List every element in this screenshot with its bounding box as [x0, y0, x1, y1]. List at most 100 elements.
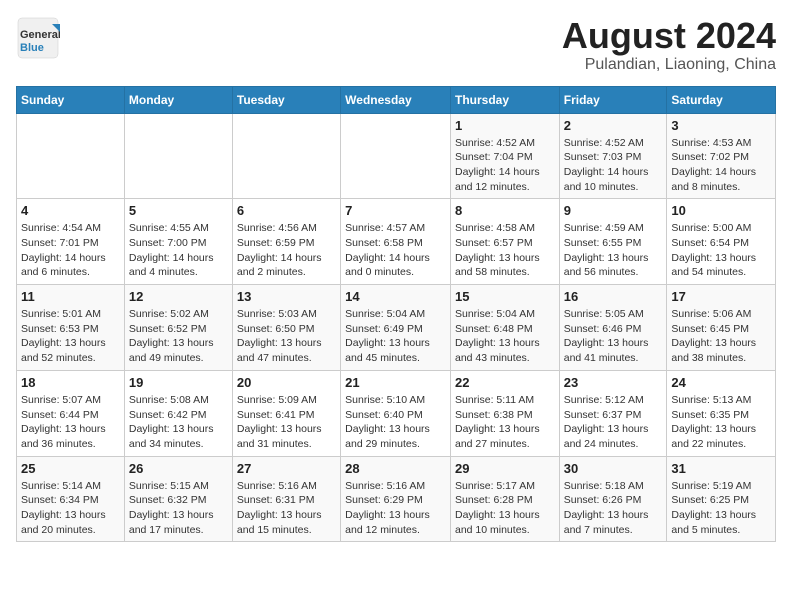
day-number: 10	[671, 203, 771, 218]
day-number: 20	[237, 375, 336, 390]
day-number: 15	[455, 289, 555, 304]
calendar-cell: 7 Sunrise: 4:57 AM Sunset: 6:58 PM Daylig…	[341, 199, 451, 285]
calendar-cell: 22 Sunrise: 5:11 AM Sunset: 6:38 PM Dayli…	[450, 370, 559, 456]
day-number: 24	[671, 375, 771, 390]
calendar-cell	[124, 113, 232, 199]
day-info: Sunrise: 5:07 AM Sunset: 6:44 PM Dayligh…	[21, 393, 120, 452]
day-number: 19	[129, 375, 228, 390]
day-info: Sunrise: 4:55 AM Sunset: 7:00 PM Dayligh…	[129, 221, 228, 280]
day-number: 16	[564, 289, 663, 304]
day-info: Sunrise: 5:19 AM Sunset: 6:25 PM Dayligh…	[671, 479, 771, 538]
day-info: Sunrise: 5:05 AM Sunset: 6:46 PM Dayligh…	[564, 307, 663, 366]
day-info: Sunrise: 5:13 AM Sunset: 6:35 PM Dayligh…	[671, 393, 771, 452]
day-number: 31	[671, 461, 771, 476]
day-number: 8	[455, 203, 555, 218]
day-number: 27	[237, 461, 336, 476]
logo: General Blue	[16, 16, 60, 60]
svg-text:General: General	[20, 29, 60, 41]
day-header-monday: Monday	[124, 86, 232, 113]
day-number: 23	[564, 375, 663, 390]
day-number: 6	[237, 203, 336, 218]
day-info: Sunrise: 5:15 AM Sunset: 6:32 PM Dayligh…	[129, 479, 228, 538]
calendar-cell	[341, 113, 451, 199]
day-number: 21	[345, 375, 446, 390]
calendar-cell: 10 Sunrise: 5:00 AM Sunset: 6:54 PM Dayli…	[667, 199, 776, 285]
page-title: August 2024	[562, 16, 776, 56]
calendar-cell: 28 Sunrise: 5:16 AM Sunset: 6:29 PM Dayli…	[341, 456, 451, 542]
day-info: Sunrise: 5:03 AM Sunset: 6:50 PM Dayligh…	[237, 307, 336, 366]
day-info: Sunrise: 4:54 AM Sunset: 7:01 PM Dayligh…	[21, 221, 120, 280]
calendar-cell: 24 Sunrise: 5:13 AM Sunset: 6:35 PM Dayli…	[667, 370, 776, 456]
day-info: Sunrise: 5:02 AM Sunset: 6:52 PM Dayligh…	[129, 307, 228, 366]
day-number: 26	[129, 461, 228, 476]
day-number: 7	[345, 203, 446, 218]
day-info: Sunrise: 5:18 AM Sunset: 6:26 PM Dayligh…	[564, 479, 663, 538]
day-info: Sunrise: 5:09 AM Sunset: 6:41 PM Dayligh…	[237, 393, 336, 452]
calendar-cell: 20 Sunrise: 5:09 AM Sunset: 6:41 PM Dayli…	[232, 370, 340, 456]
day-info: Sunrise: 5:04 AM Sunset: 6:48 PM Dayligh…	[455, 307, 555, 366]
day-number: 12	[129, 289, 228, 304]
day-info: Sunrise: 4:52 AM Sunset: 7:03 PM Dayligh…	[564, 136, 663, 195]
day-info: Sunrise: 4:52 AM Sunset: 7:04 PM Dayligh…	[455, 136, 555, 195]
calendar-cell: 17 Sunrise: 5:06 AM Sunset: 6:45 PM Dayli…	[667, 285, 776, 371]
day-number: 29	[455, 461, 555, 476]
day-info: Sunrise: 4:58 AM Sunset: 6:57 PM Dayligh…	[455, 221, 555, 280]
page-header: General Blue August 2024 Pulandian, Liao…	[16, 16, 776, 74]
day-info: Sunrise: 5:01 AM Sunset: 6:53 PM Dayligh…	[21, 307, 120, 366]
calendar-cell	[17, 113, 125, 199]
calendar-cell: 21 Sunrise: 5:10 AM Sunset: 6:40 PM Dayli…	[341, 370, 451, 456]
calendar-cell: 18 Sunrise: 5:07 AM Sunset: 6:44 PM Dayli…	[17, 370, 125, 456]
day-header-saturday: Saturday	[667, 86, 776, 113]
day-header-tuesday: Tuesday	[232, 86, 340, 113]
day-header-friday: Friday	[559, 86, 667, 113]
calendar-cell: 15 Sunrise: 5:04 AM Sunset: 6:48 PM Dayli…	[450, 285, 559, 371]
day-number: 5	[129, 203, 228, 218]
day-info: Sunrise: 5:16 AM Sunset: 6:31 PM Dayligh…	[237, 479, 336, 538]
calendar-cell: 16 Sunrise: 5:05 AM Sunset: 6:46 PM Dayli…	[559, 285, 667, 371]
day-number: 17	[671, 289, 771, 304]
day-number: 13	[237, 289, 336, 304]
calendar-cell: 8 Sunrise: 4:58 AM Sunset: 6:57 PM Daylig…	[450, 199, 559, 285]
svg-text:Blue: Blue	[20, 42, 44, 54]
day-number: 18	[21, 375, 120, 390]
day-number: 22	[455, 375, 555, 390]
day-info: Sunrise: 5:12 AM Sunset: 6:37 PM Dayligh…	[564, 393, 663, 452]
calendar-table: SundayMondayTuesdayWednesdayThursdayFrid…	[16, 86, 776, 543]
page-subtitle: Pulandian, Liaoning, China	[562, 56, 776, 74]
day-number: 25	[21, 461, 120, 476]
day-info: Sunrise: 5:06 AM Sunset: 6:45 PM Dayligh…	[671, 307, 771, 366]
calendar-cell: 25 Sunrise: 5:14 AM Sunset: 6:34 PM Dayli…	[17, 456, 125, 542]
day-info: Sunrise: 5:14 AM Sunset: 6:34 PM Dayligh…	[21, 479, 120, 538]
day-info: Sunrise: 5:04 AM Sunset: 6:49 PM Dayligh…	[345, 307, 446, 366]
calendar-cell: 26 Sunrise: 5:15 AM Sunset: 6:32 PM Dayli…	[124, 456, 232, 542]
calendar-cell: 13 Sunrise: 5:03 AM Sunset: 6:50 PM Dayli…	[232, 285, 340, 371]
calendar-cell	[232, 113, 340, 199]
calendar-cell: 23 Sunrise: 5:12 AM Sunset: 6:37 PM Dayli…	[559, 370, 667, 456]
day-number: 28	[345, 461, 446, 476]
day-number: 3	[671, 118, 771, 133]
day-info: Sunrise: 5:08 AM Sunset: 6:42 PM Dayligh…	[129, 393, 228, 452]
calendar-cell: 31 Sunrise: 5:19 AM Sunset: 6:25 PM Dayli…	[667, 456, 776, 542]
calendar-cell: 5 Sunrise: 4:55 AM Sunset: 7:00 PM Daylig…	[124, 199, 232, 285]
calendar-cell: 30Sunrise: 5:18 AM Sunset: 6:26 PM Dayli…	[559, 456, 667, 542]
day-info: Sunrise: 4:53 AM Sunset: 7:02 PM Dayligh…	[671, 136, 771, 195]
calendar-cell: 12 Sunrise: 5:02 AM Sunset: 6:52 PM Dayli…	[124, 285, 232, 371]
day-header-sunday: Sunday	[17, 86, 125, 113]
day-number: 9	[564, 203, 663, 218]
calendar-cell: 9 Sunrise: 4:59 AM Sunset: 6:55 PM Daylig…	[559, 199, 667, 285]
day-info: Sunrise: 5:00 AM Sunset: 6:54 PM Dayligh…	[671, 221, 771, 280]
day-info: Sunrise: 4:59 AM Sunset: 6:55 PM Dayligh…	[564, 221, 663, 280]
day-number: 14	[345, 289, 446, 304]
title-block: August 2024 Pulandian, Liaoning, China	[562, 16, 776, 74]
day-header-wednesday: Wednesday	[341, 86, 451, 113]
day-info: Sunrise: 5:11 AM Sunset: 6:38 PM Dayligh…	[455, 393, 555, 452]
day-info: Sunrise: 5:16 AM Sunset: 6:29 PM Dayligh…	[345, 479, 446, 538]
day-info: Sunrise: 4:57 AM Sunset: 6:58 PM Dayligh…	[345, 221, 446, 280]
calendar-cell: 19 Sunrise: 5:08 AM Sunset: 6:42 PM Dayli…	[124, 370, 232, 456]
calendar-cell: 2Sunrise: 4:52 AM Sunset: 7:03 PM Daylig…	[559, 113, 667, 199]
calendar-cell: 4Sunrise: 4:54 AM Sunset: 7:01 PM Daylig…	[17, 199, 125, 285]
day-info: Sunrise: 5:10 AM Sunset: 6:40 PM Dayligh…	[345, 393, 446, 452]
calendar-cell: 27 Sunrise: 5:16 AM Sunset: 6:31 PM Dayli…	[232, 456, 340, 542]
day-info: Sunrise: 5:17 AM Sunset: 6:28 PM Dayligh…	[455, 479, 555, 538]
calendar-cell: 11Sunrise: 5:01 AM Sunset: 6:53 PM Dayli…	[17, 285, 125, 371]
